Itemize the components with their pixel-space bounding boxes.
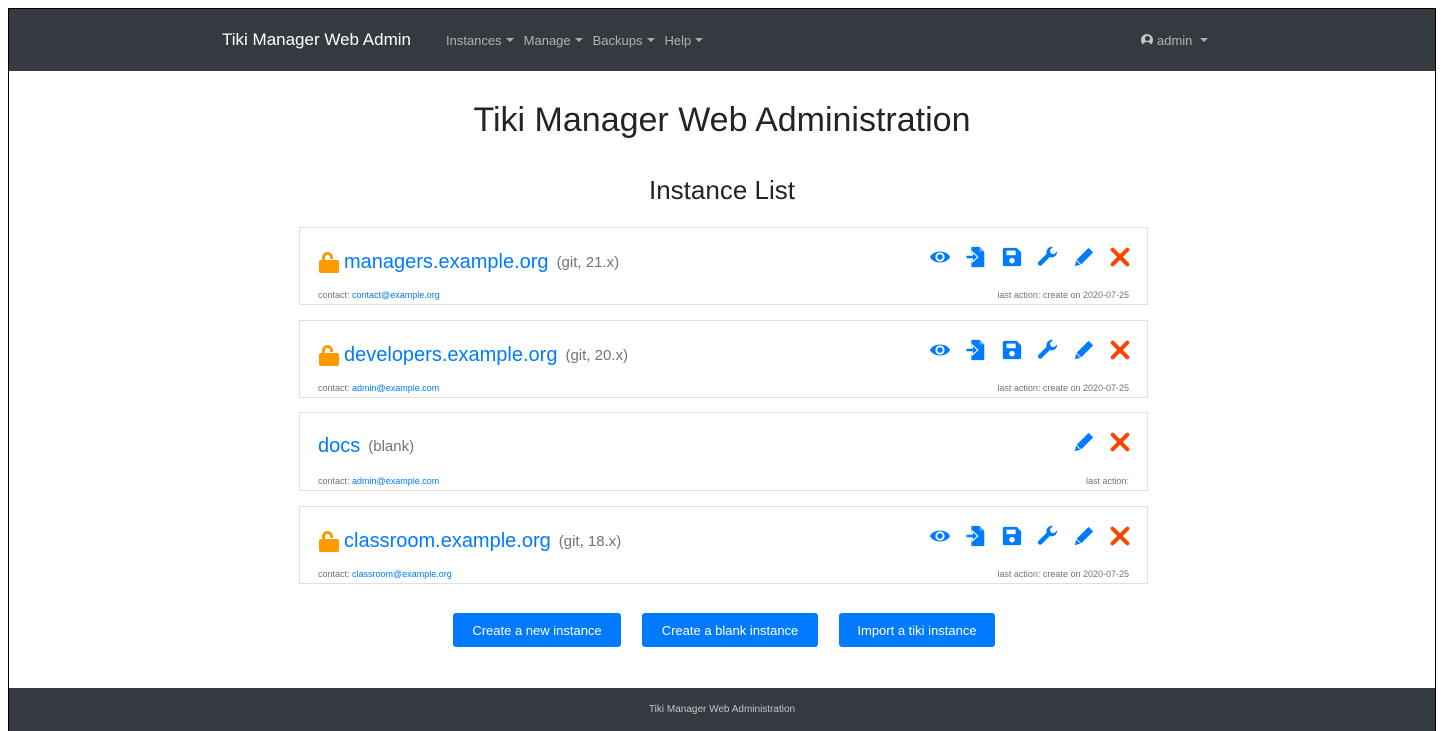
instance-last-action: last action: create on 2020-07-25: [997, 569, 1129, 579]
nav-menu: Instances Manage Backups Help: [446, 9, 713, 71]
instance-name-link[interactable]: developers.example.org: [344, 344, 557, 367]
instance-meta: (git, 18.x): [558, 532, 622, 550]
instance-contact: contact: admin@example.com: [318, 476, 439, 486]
user-name: admin: [1157, 32, 1193, 48]
delete-icon[interactable]: [1109, 525, 1131, 547]
view-icon[interactable]: [929, 339, 951, 361]
instance-meta: (blank): [368, 438, 415, 455]
chevron-down-icon: [695, 38, 704, 42]
view-icon[interactable]: [929, 525, 951, 547]
import-icon[interactable]: [965, 339, 987, 361]
instance-card: developers.example.org (git, 20.x) conta…: [299, 320, 1148, 398]
delete-icon[interactable]: [1109, 246, 1131, 268]
instance-card: docs (blank) contact: admin@example.com …: [299, 412, 1148, 491]
instance-header: developers.example.org (git, 20.x): [318, 343, 628, 367]
contact-label: contact:: [318, 569, 350, 579]
unlock-icon: [319, 252, 339, 273]
import-tiki-instance-button[interactable]: Import a tiki instance: [839, 613, 995, 647]
nav-backups-dropdown[interactable]: Backups: [593, 33, 655, 48]
instance-contact: contact: admin@example.com: [318, 383, 439, 393]
instance-last-action: last action: create on 2020-07-25: [997, 290, 1129, 300]
contact-label: contact:: [318, 476, 350, 486]
top-navbar: Tiki Manager Web Admin Instances Manage …: [9, 9, 1435, 71]
nav-manage-dropdown[interactable]: Manage: [524, 33, 583, 48]
contact-email-link[interactable]: classroom@example.org: [352, 569, 452, 579]
chevron-down-icon: [1200, 38, 1209, 42]
wrench-icon[interactable]: [1037, 246, 1059, 268]
user-circle-icon: [1141, 34, 1153, 46]
page-title: Tiki Manager Web Administration: [473, 101, 971, 139]
chevron-down-icon: [505, 38, 514, 42]
instance-name-link[interactable]: managers.example.org: [344, 251, 549, 274]
nav-manage-label: Manage: [523, 32, 571, 48]
instance-card: classroom.example.org (git, 18.x) contac…: [299, 506, 1148, 584]
contact-label: contact:: [318, 290, 350, 300]
instance-actions: [915, 525, 1131, 547]
instance-contact: contact: contact@example.org: [318, 290, 440, 300]
pencil-icon[interactable]: [1073, 339, 1095, 361]
brand-link[interactable]: Tiki Manager Web Admin: [222, 9, 411, 71]
app-frame: Tiki Manager Web Admin Instances Manage …: [8, 8, 1436, 731]
instance-last-action: last action: create on 2020-07-25: [997, 383, 1129, 393]
contact-email-link[interactable]: admin@example.com: [352, 476, 439, 486]
contact-label: contact:: [318, 383, 350, 393]
instance-meta: (git, 21.x): [556, 253, 620, 271]
instance-list-title: Instance List: [649, 175, 795, 205]
delete-icon[interactable]: [1109, 431, 1131, 453]
instance-actions: [1059, 431, 1131, 453]
instance-name-link[interactable]: docs: [318, 435, 360, 458]
contact-email-link[interactable]: admin@example.com: [352, 383, 439, 393]
pencil-icon[interactable]: [1073, 525, 1095, 547]
instance-header: managers.example.org (git, 21.x): [318, 250, 619, 274]
footer-text: Tiki Manager Web Administration: [648, 704, 796, 715]
chevron-down-icon: [646, 38, 655, 42]
instance-actions: [915, 339, 1131, 361]
instance-meta: (git, 20.x): [565, 346, 628, 364]
unlock-icon: [319, 531, 339, 552]
nav-instances-dropdown[interactable]: Instances: [446, 33, 514, 48]
save-icon[interactable]: [1001, 525, 1023, 547]
pencil-icon[interactable]: [1073, 431, 1095, 453]
instance-name-link[interactable]: classroom.example.org: [344, 530, 551, 553]
wrench-icon[interactable]: [1037, 525, 1059, 547]
contact-email-link[interactable]: contact@example.org: [352, 290, 440, 300]
nav-help-label: Help: [664, 32, 692, 48]
save-icon[interactable]: [1001, 339, 1023, 361]
create-blank-instance-button[interactable]: Create a blank instance: [642, 613, 818, 647]
delete-icon[interactable]: [1109, 339, 1131, 361]
import-icon[interactable]: [965, 525, 987, 547]
instance-actions: [915, 246, 1131, 268]
nav-instances-label: Instances: [446, 32, 502, 48]
page-footer: Tiki Manager Web Administration: [9, 688, 1435, 731]
pencil-icon[interactable]: [1073, 246, 1095, 268]
create-new-instance-button[interactable]: Create a new instance: [453, 613, 621, 647]
instance-card: managers.example.org (git, 21.x) contact…: [299, 227, 1148, 305]
instance-header: classroom.example.org (git, 18.x): [318, 529, 621, 553]
import-icon[interactable]: [965, 246, 987, 268]
save-icon[interactable]: [1001, 246, 1023, 268]
instance-last-action: last action:: [1085, 476, 1129, 486]
instance-contact: contact: classroom@example.org: [318, 569, 452, 579]
instance-header: docs (blank): [318, 435, 414, 458]
user-menu-dropdown[interactable]: admin: [1141, 9, 1209, 71]
wrench-icon[interactable]: [1037, 339, 1059, 361]
nav-backups-label: Backups: [592, 32, 643, 48]
nav-help-dropdown[interactable]: Help: [665, 33, 704, 48]
chevron-down-icon: [574, 38, 583, 42]
unlock-icon: [319, 345, 339, 366]
view-icon[interactable]: [929, 246, 951, 268]
